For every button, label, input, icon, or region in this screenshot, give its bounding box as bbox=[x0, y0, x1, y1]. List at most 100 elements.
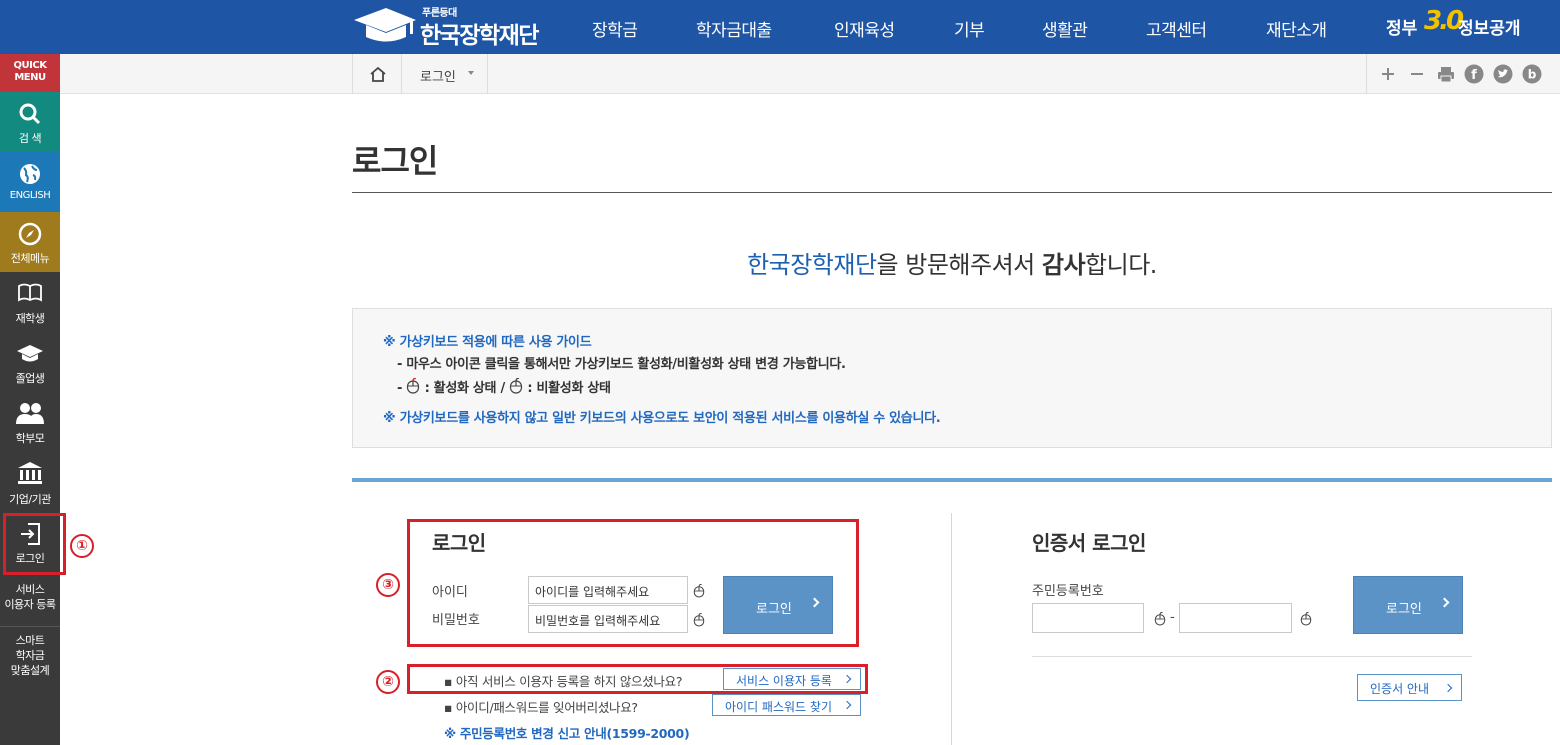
guide-status-prefix: - bbox=[397, 381, 407, 396]
welcome-end: 합니다. bbox=[1085, 251, 1157, 279]
welcome-org-name: 한국장학재단 bbox=[747, 251, 877, 279]
login-column-divider bbox=[951, 513, 952, 745]
compass-icon bbox=[18, 222, 42, 246]
highlight-quick-login bbox=[3, 513, 66, 575]
annotation-marker-1: ① bbox=[70, 534, 94, 558]
quick-search[interactable]: 검 색 bbox=[0, 92, 60, 152]
find-account-question: ▪ 아이디/패스워드를 잊어버리셨나요? bbox=[444, 700, 638, 715]
rrn-back-input[interactable] bbox=[1179, 603, 1292, 633]
svg-text:f: f bbox=[1471, 68, 1477, 83]
quick-parent-label: 학부모 bbox=[15, 432, 45, 445]
annotation-marker-3: ③ bbox=[376, 573, 400, 597]
login-section-divider bbox=[352, 478, 1552, 482]
mouse-icon-rrn-back[interactable] bbox=[1300, 612, 1312, 626]
quick-english[interactable]: ENGLISH bbox=[0, 152, 60, 212]
mouse-active-icon bbox=[407, 377, 420, 394]
quick-service-registration[interactable]: 서비스 이용자 등록 bbox=[0, 582, 60, 626]
graduation-cap-icon bbox=[17, 345, 43, 362]
graduation-cap-logo-icon bbox=[354, 8, 416, 42]
quick-menu-title: QUICK MENU bbox=[0, 54, 60, 92]
quick-enrolled-student[interactable]: 재학생 bbox=[0, 272, 60, 332]
breadcrumb-current[interactable]: 로그인 bbox=[402, 54, 488, 94]
quick-menu-title-line1: QUICK bbox=[13, 60, 47, 71]
svg-text:b: b bbox=[1528, 68, 1537, 82]
cert-guide-button[interactable]: 인증서 안내 bbox=[1357, 674, 1462, 701]
logo-text: 한국장학재단 bbox=[420, 23, 539, 49]
breadcrumb-current-label: 로그인 bbox=[420, 70, 456, 85]
quick-smart-line2: 학자금 bbox=[15, 649, 45, 662]
top-header: 푸른등대 한국장학재단 장학금 학자금대출 인재육성 기부 생활관 고객센터 재… bbox=[0, 0, 1560, 54]
gov30-prefix: 정부 bbox=[1386, 19, 1418, 39]
find-id-password-button-label: 아이디 패스워드 찾기 bbox=[725, 700, 832, 714]
welcome-message: 한국장학재단을 방문해주셔서 감사합니다. bbox=[352, 245, 1552, 280]
cert-divider bbox=[1032, 656, 1472, 657]
nav-talent-development[interactable]: 인재육성 bbox=[834, 16, 895, 41]
cert-login-title: 인증서 로그인 bbox=[1032, 531, 1146, 555]
quick-parent[interactable]: 학부모 bbox=[0, 392, 60, 452]
title-divider bbox=[352, 192, 1552, 193]
chevron-down-icon bbox=[468, 71, 474, 75]
nav-donation[interactable]: 기부 bbox=[954, 16, 985, 41]
mouse-icon-rrn-front[interactable] bbox=[1154, 612, 1166, 626]
zoom-out-icon[interactable] bbox=[1410, 67, 1424, 81]
site-logo[interactable]: 푸른등대 한국장학재단 bbox=[352, 4, 552, 49]
virtual-keyboard-guide: ※ 가상키보드 적용에 따른 사용 가이드 - 마우스 아이콘 클릭을 통해서만… bbox=[352, 308, 1552, 448]
cert-login-button[interactable]: 로그인 bbox=[1353, 576, 1463, 634]
chevron-right-icon bbox=[1439, 597, 1450, 608]
quick-company-institution[interactable]: 기업/기관 bbox=[0, 452, 60, 512]
quick-smart-loan-plan[interactable]: 스마트 학자금 맞춤설계 bbox=[0, 626, 60, 694]
quick-smart-line3: 맞춤설계 bbox=[10, 664, 50, 677]
rrn-dash: - bbox=[1170, 610, 1175, 625]
institution-icon bbox=[18, 462, 42, 484]
quick-graduate-label: 졸업생 bbox=[15, 372, 45, 385]
quick-full-menu-label: 전체메뉴 bbox=[10, 252, 50, 265]
guide-active-label: : 활성화 상태 / bbox=[424, 381, 510, 396]
nav-dormitory[interactable]: 생활관 bbox=[1042, 16, 1088, 41]
nav-about[interactable]: 재단소개 bbox=[1266, 16, 1327, 41]
twitter-icon[interactable] bbox=[1493, 64, 1513, 84]
cert-login-button-label: 로그인 bbox=[1386, 602, 1422, 617]
quick-service-registration-line1: 서비스 bbox=[15, 583, 45, 596]
gov30-info-disclosure-link[interactable]: 정부 3.0 정보공개 bbox=[1386, 6, 1546, 42]
breadcrumb-bar: 로그인 f b bbox=[60, 54, 1560, 94]
find-id-password-button[interactable]: 아이디 패스워드 찾기 bbox=[712, 694, 861, 716]
people-icon bbox=[16, 403, 44, 424]
quick-graduate[interactable]: 졸업생 bbox=[0, 332, 60, 392]
globe-icon bbox=[20, 164, 40, 184]
quick-smart-line1: 스마트 bbox=[15, 634, 45, 647]
guide-title: ※ 가상키보드 적용에 따른 사용 가이드 bbox=[383, 335, 592, 350]
nav-customer-center[interactable]: 고객센터 bbox=[1146, 16, 1207, 41]
guide-line-mouse: - 마우스 아이콘 클릭을 통해서만 가상키보드 활성화/비활성화 상태 변경 … bbox=[397, 357, 846, 372]
quick-search-label: 검 색 bbox=[18, 132, 42, 145]
home-button[interactable] bbox=[352, 54, 402, 94]
guide-line-status: - : 활성화 상태 / : 비활성화 상태 bbox=[397, 377, 611, 396]
welcome-thanks: 감사 bbox=[1041, 251, 1086, 279]
gov30-number: 3.0 bbox=[1424, 6, 1464, 36]
rrn-change-notice-link[interactable]: ※ 주민등록번호 변경 신고 안내(1599-2000) bbox=[444, 723, 690, 742]
annotation-marker-2: ② bbox=[376, 670, 400, 694]
quick-company-institution-label: 기업/기관 bbox=[9, 493, 51, 506]
rrn-front-input[interactable] bbox=[1032, 603, 1144, 633]
page-tools: f b bbox=[1366, 54, 1560, 94]
book-icon bbox=[18, 283, 42, 302]
cert-guide-button-label: 인증서 안내 bbox=[1370, 682, 1430, 696]
facebook-icon[interactable]: f bbox=[1464, 64, 1484, 84]
nav-student-loan[interactable]: 학자금대출 bbox=[696, 16, 772, 41]
highlight-login-form bbox=[407, 519, 859, 647]
quick-menu: QUICK MENU 검 색 ENGLISH 전체메뉴 재학생 졸업생 학부모 … bbox=[0, 54, 60, 745]
home-icon bbox=[370, 66, 386, 82]
guide-normal-keyboard-note: ※ 가상키보드를 사용하지 않고 일반 키보드의 사용으로도 보안이 적용된 서… bbox=[383, 411, 941, 426]
page-title: 로그인 bbox=[352, 142, 438, 180]
quick-menu-title-line2: MENU bbox=[14, 72, 46, 83]
nav-scholarship[interactable]: 장학금 bbox=[592, 16, 638, 41]
welcome-mid: 을 방문해주셔서 bbox=[876, 251, 1042, 279]
quick-service-registration-line2: 이용자 등록 bbox=[4, 598, 56, 611]
quick-full-menu[interactable]: 전체메뉴 bbox=[0, 212, 60, 272]
search-icon bbox=[19, 103, 41, 125]
rrn-label: 주민등록번호 bbox=[1032, 584, 1104, 599]
zoom-in-icon[interactable] bbox=[1381, 67, 1395, 81]
blog-icon[interactable]: b bbox=[1522, 64, 1542, 84]
highlight-service-registration bbox=[407, 664, 868, 694]
print-icon[interactable] bbox=[1437, 65, 1455, 83]
quick-english-label: ENGLISH bbox=[9, 190, 51, 201]
